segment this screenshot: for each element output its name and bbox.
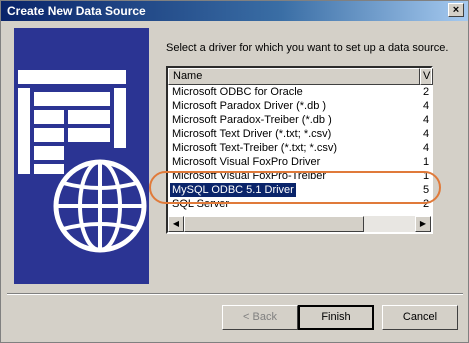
finish-button[interactable]: Finish	[298, 305, 374, 330]
driver-name: Microsoft Text Driver (*.txt; *.csv)	[172, 128, 332, 140]
driver-list[interactable]: Name V Microsoft ODBC for Oracle 2 Microso…	[166, 66, 433, 234]
column-header-version[interactable]: V	[420, 68, 433, 85]
list-item[interactable]: Microsoft Text Driver (*.txt; *.csv) 4	[168, 127, 431, 141]
divider	[7, 293, 463, 295]
scroll-left-button[interactable]: ◀	[168, 216, 184, 232]
list-header: Name V	[168, 68, 433, 85]
list-item[interactable]: Microsoft Text-Treiber (*.txt; *.csv) 4	[168, 141, 431, 155]
list-item[interactable]: Microsoft Paradox Driver (*.db ) 4	[168, 99, 431, 113]
driver-name: Microsoft Visual FoxPro Driver	[172, 156, 321, 168]
list-item[interactable]: Microsoft ODBC for Oracle 2	[168, 85, 431, 99]
create-data-source-dialog: Create New Data Source × Select a driver…	[0, 0, 469, 343]
data-globe-icon	[18, 70, 147, 253]
driver-version: 4	[423, 100, 430, 112]
scroll-right-button[interactable]: ▶	[415, 216, 431, 232]
selection-annotation-ellipse	[149, 171, 441, 204]
driver-version: 4	[423, 128, 430, 140]
driver-name: Microsoft ODBC for Oracle	[172, 86, 303, 98]
driver-name: Microsoft Paradox-Treiber (*.db )	[172, 114, 332, 126]
driver-version: 2	[423, 86, 430, 98]
list-item[interactable]: Microsoft Paradox-Treiber (*.db ) 4	[168, 113, 431, 127]
cancel-button[interactable]: Cancel	[382, 305, 458, 330]
title-bar: Create New Data Source ×	[1, 1, 468, 21]
driver-name: Microsoft Text-Treiber (*.txt; *.csv)	[172, 142, 338, 154]
close-icon[interactable]: ×	[448, 3, 464, 17]
instruction-text: Select a driver for which you want to se…	[166, 42, 449, 54]
back-button[interactable]: < Back	[222, 305, 298, 330]
driver-version: 4	[423, 114, 430, 126]
driver-name: Microsoft Paradox Driver (*.db )	[172, 100, 327, 112]
scroll-thumb[interactable]	[184, 216, 364, 232]
wizard-illustration	[14, 28, 149, 284]
driver-version: 1	[423, 156, 430, 168]
list-item[interactable]: Microsoft Visual FoxPro Driver 1	[168, 155, 431, 169]
horizontal-scrollbar[interactable]: ◀ ▶	[168, 216, 431, 232]
column-header-name[interactable]: Name	[168, 68, 420, 85]
window-title: Create New Data Source	[7, 4, 146, 18]
driver-version: 4	[423, 142, 430, 154]
